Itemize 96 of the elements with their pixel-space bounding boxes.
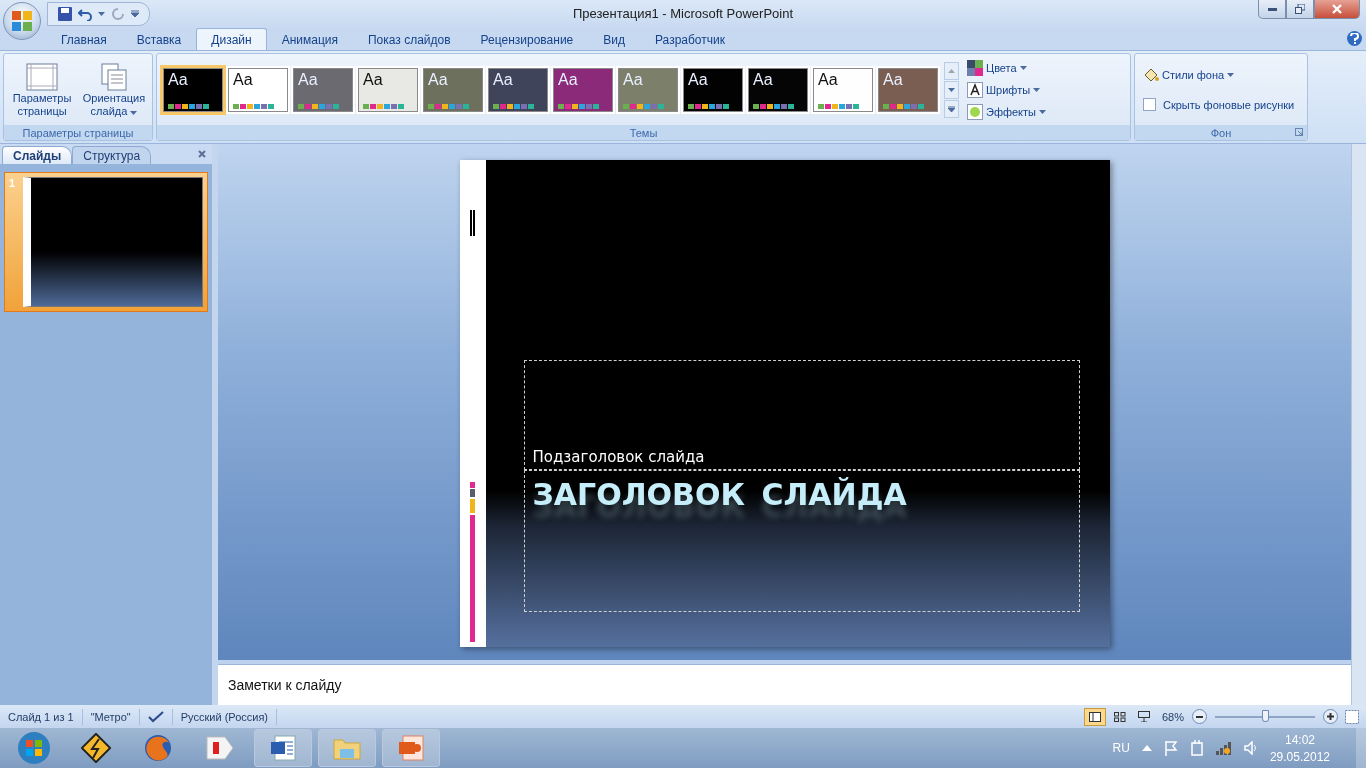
ribbon-button[interactable]: Стили фона bbox=[1143, 65, 1235, 84]
caret-icon bbox=[1033, 87, 1041, 92]
ribbon-button[interactable]: Шрифты bbox=[967, 80, 1046, 99]
status-text: Русский (Россия) bbox=[172, 708, 278, 725]
minimize-icon bbox=[1267, 7, 1277, 11]
ribbon-tab[interactable]: Вставка bbox=[121, 28, 197, 50]
notes-placeholder[interactable]: Заметки к слайду bbox=[228, 677, 342, 693]
pane-tab[interactable]: Структура bbox=[72, 146, 152, 164]
fit-window-button[interactable] bbox=[1342, 708, 1362, 725]
paint-bucket-icon bbox=[1143, 67, 1159, 82]
zoom-level[interactable]: 68% bbox=[1161, 710, 1184, 723]
theme-thumbnail[interactable]: Aa bbox=[878, 67, 938, 112]
theme-thumbnail[interactable]: Aa bbox=[358, 67, 418, 112]
expand-icon bbox=[948, 105, 955, 112]
speaker-icon[interactable] bbox=[1243, 741, 1258, 755]
dialog-launcher-icon[interactable] bbox=[1295, 128, 1303, 136]
close-button[interactable] bbox=[1314, 0, 1360, 19]
zoom-in-button[interactable] bbox=[1323, 709, 1338, 724]
normal-view-icon bbox=[1088, 711, 1101, 722]
title-placeholder[interactable]: ЗАГОЛОВОК СЛАЙДА bbox=[532, 471, 907, 512]
normal-view-button[interactable] bbox=[1083, 707, 1106, 726]
color-grid-icon bbox=[967, 59, 983, 76]
restore-icon bbox=[1295, 4, 1305, 14]
scroll-up-button[interactable] bbox=[944, 61, 959, 80]
undo-icon[interactable] bbox=[78, 7, 92, 21]
customize-caret-icon[interactable] bbox=[131, 10, 139, 18]
theme-thumbnail[interactable]: Aa bbox=[683, 67, 743, 112]
theme-thumbnail[interactable]: Aa bbox=[163, 67, 223, 112]
group-label: Темы bbox=[157, 125, 1130, 140]
slide-number: 1 bbox=[9, 177, 17, 191]
theme-thumbnail[interactable]: Aa bbox=[488, 67, 548, 112]
presentation-app-icon[interactable] bbox=[382, 729, 440, 767]
letter-icon bbox=[967, 81, 983, 98]
slider-thumb[interactable] bbox=[1262, 709, 1269, 722]
checkbox-box[interactable] bbox=[1143, 98, 1156, 111]
more-button[interactable] bbox=[944, 99, 959, 118]
ribbon-tab[interactable]: Показ слайдов bbox=[353, 28, 466, 50]
plus-icon bbox=[1327, 713, 1334, 720]
minimize-button[interactable] bbox=[1258, 0, 1286, 19]
redo-icon[interactable] bbox=[111, 7, 125, 21]
subtitle-placeholder[interactable]: Подзаголовок слайда bbox=[532, 448, 705, 469]
theme-thumbnail[interactable]: Aa bbox=[293, 67, 353, 112]
ribbon-tab[interactable]: Дизайн bbox=[196, 28, 267, 50]
theme-thumbnail[interactable]: Aa bbox=[553, 67, 613, 112]
theme-thumbnail[interactable]: Aa bbox=[748, 67, 808, 112]
help-icon[interactable] bbox=[1347, 31, 1362, 46]
scroll-down-button[interactable] bbox=[944, 80, 959, 99]
projector-screen-icon bbox=[1137, 711, 1150, 722]
office-button[interactable] bbox=[3, 2, 41, 40]
flag-icon[interactable] bbox=[1163, 740, 1178, 756]
theme-thumbnail[interactable]: Aa bbox=[813, 67, 873, 112]
pages-icon bbox=[98, 61, 130, 92]
grid-icon bbox=[1113, 711, 1126, 722]
checkbox[interactable]: Скрыть фоновые рисунки bbox=[1143, 95, 1295, 114]
page-icon bbox=[26, 61, 58, 92]
scrollbar[interactable] bbox=[1351, 144, 1366, 705]
caret-icon bbox=[1227, 72, 1235, 77]
theme-thumbnail[interactable]: Aa bbox=[618, 67, 678, 112]
pane-tab[interactable]: Слайды bbox=[2, 146, 73, 164]
bars-icon bbox=[469, 210, 476, 236]
theme-thumbnail[interactable]: Aa bbox=[423, 67, 483, 112]
spellcheck-icon[interactable] bbox=[147, 710, 164, 723]
zoom-out-button[interactable] bbox=[1192, 709, 1207, 724]
fit-icon bbox=[1345, 709, 1359, 724]
close-icon bbox=[1332, 4, 1342, 14]
ribbon-tab[interactable]: Главная bbox=[46, 28, 122, 50]
status-text: Слайд 1 из 1 bbox=[0, 708, 83, 725]
group-label: Фон bbox=[1210, 126, 1232, 139]
ribbon-tab[interactable]: Рецензирование bbox=[465, 28, 589, 50]
restore-button[interactable] bbox=[1286, 0, 1314, 19]
ribbon-button[interactable]: Параметры страницы bbox=[8, 61, 76, 118]
time-text: 14:02 bbox=[1284, 732, 1315, 747]
ribbon-button[interactable]: Эффекты bbox=[967, 102, 1046, 121]
minus-icon bbox=[1196, 715, 1203, 718]
caret-icon bbox=[98, 12, 105, 16]
caret-icon bbox=[1019, 65, 1027, 70]
ribbon-tab[interactable]: Анимация bbox=[266, 28, 353, 50]
effects-icon bbox=[967, 103, 983, 120]
signal-bars-icon[interactable] bbox=[1215, 741, 1232, 755]
ribbon-tab[interactable]: Вид bbox=[588, 28, 640, 50]
ribbon-tab[interactable]: Разработчик bbox=[640, 28, 740, 50]
document-app-icon[interactable] bbox=[254, 729, 312, 767]
up-arrow-icon bbox=[948, 68, 955, 73]
date-text: 29.05.2012 bbox=[1269, 749, 1330, 764]
show-hidden-icon[interactable] bbox=[1141, 745, 1152, 751]
ribbon-button[interactable]: Ориентация слайда bbox=[80, 61, 148, 118]
window-title: Презентация1 - Microsoft PowerPoint bbox=[572, 6, 794, 21]
power-plug-icon[interactable] bbox=[1189, 740, 1204, 756]
theme-thumbnail[interactable]: Aa bbox=[228, 67, 288, 112]
office-logo-icon bbox=[11, 10, 33, 32]
group-label: Параметры страницы bbox=[4, 125, 152, 140]
down-arrow-icon bbox=[948, 87, 955, 92]
status-text: "Метро" bbox=[82, 708, 140, 725]
caret-icon bbox=[1039, 109, 1046, 114]
ribbon-button[interactable]: Цвета bbox=[967, 58, 1046, 77]
save-icon[interactable] bbox=[58, 7, 72, 21]
